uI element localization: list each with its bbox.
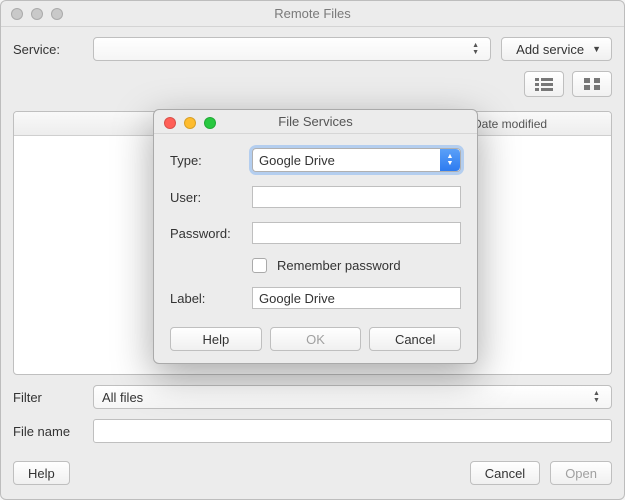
col-date-modified[interactable]: Date modified bbox=[461, 112, 611, 135]
stepper-icon: ▲▼ bbox=[472, 41, 484, 57]
open-button[interactable]: Open bbox=[550, 461, 612, 485]
type-value: Google Drive bbox=[259, 153, 335, 168]
window-title: Remote Files bbox=[274, 6, 351, 21]
modal-traffic-lights bbox=[164, 117, 216, 129]
close-icon[interactable] bbox=[164, 117, 176, 129]
cancel-button[interactable]: Cancel bbox=[470, 461, 540, 485]
minimize-icon[interactable] bbox=[31, 8, 43, 20]
service-select[interactable]: ▲▼ bbox=[93, 37, 491, 61]
chevron-down-icon: ▼ bbox=[592, 44, 601, 54]
list-view-button[interactable] bbox=[524, 71, 564, 97]
stepper-icon: ▲▼ bbox=[593, 389, 605, 405]
minimize-icon[interactable] bbox=[184, 117, 196, 129]
modal-ok-button[interactable]: OK bbox=[270, 327, 362, 351]
filter-label: Filter bbox=[13, 390, 83, 405]
file-services-dialog: File Services Type: Google Drive ▲▼ User… bbox=[153, 109, 478, 364]
modal-titlebar: File Services bbox=[154, 110, 477, 134]
password-label: Password: bbox=[170, 226, 242, 241]
user-input[interactable] bbox=[252, 186, 461, 208]
add-service-button[interactable]: Add service ▼ bbox=[501, 37, 612, 61]
modal-help-button[interactable]: Help bbox=[170, 327, 262, 351]
label-label: Label: bbox=[170, 291, 242, 306]
close-icon[interactable] bbox=[11, 8, 23, 20]
label-input[interactable]: Google Drive bbox=[252, 287, 461, 309]
grid-view-button[interactable] bbox=[572, 71, 612, 97]
modal-title: File Services bbox=[278, 114, 352, 129]
filename-input[interactable] bbox=[93, 419, 612, 443]
remember-password-label: Remember password bbox=[277, 258, 401, 273]
help-button[interactable]: Help bbox=[13, 461, 70, 485]
filename-label: File name bbox=[13, 424, 83, 439]
type-label: Type: bbox=[170, 153, 242, 168]
filter-select[interactable]: All files ▲▼ bbox=[93, 385, 612, 409]
filter-value: All files bbox=[102, 390, 143, 405]
service-label: Service: bbox=[13, 42, 83, 57]
password-input[interactable] bbox=[252, 222, 461, 244]
main-traffic-lights bbox=[11, 8, 63, 20]
grid-view-icon bbox=[583, 77, 601, 91]
type-select[interactable]: Google Drive ▲▼ bbox=[252, 148, 461, 172]
zoom-icon[interactable] bbox=[204, 117, 216, 129]
user-label: User: bbox=[170, 190, 242, 205]
list-view-icon bbox=[535, 77, 553, 91]
select-stepper-icon: ▲▼ bbox=[440, 149, 460, 171]
remote-files-window: Remote Files Service: ▲▼ Add service ▼ bbox=[0, 0, 625, 500]
remember-password-checkbox[interactable] bbox=[252, 258, 267, 273]
main-titlebar: Remote Files bbox=[1, 1, 624, 27]
modal-cancel-button[interactable]: Cancel bbox=[369, 327, 461, 351]
zoom-icon[interactable] bbox=[51, 8, 63, 20]
